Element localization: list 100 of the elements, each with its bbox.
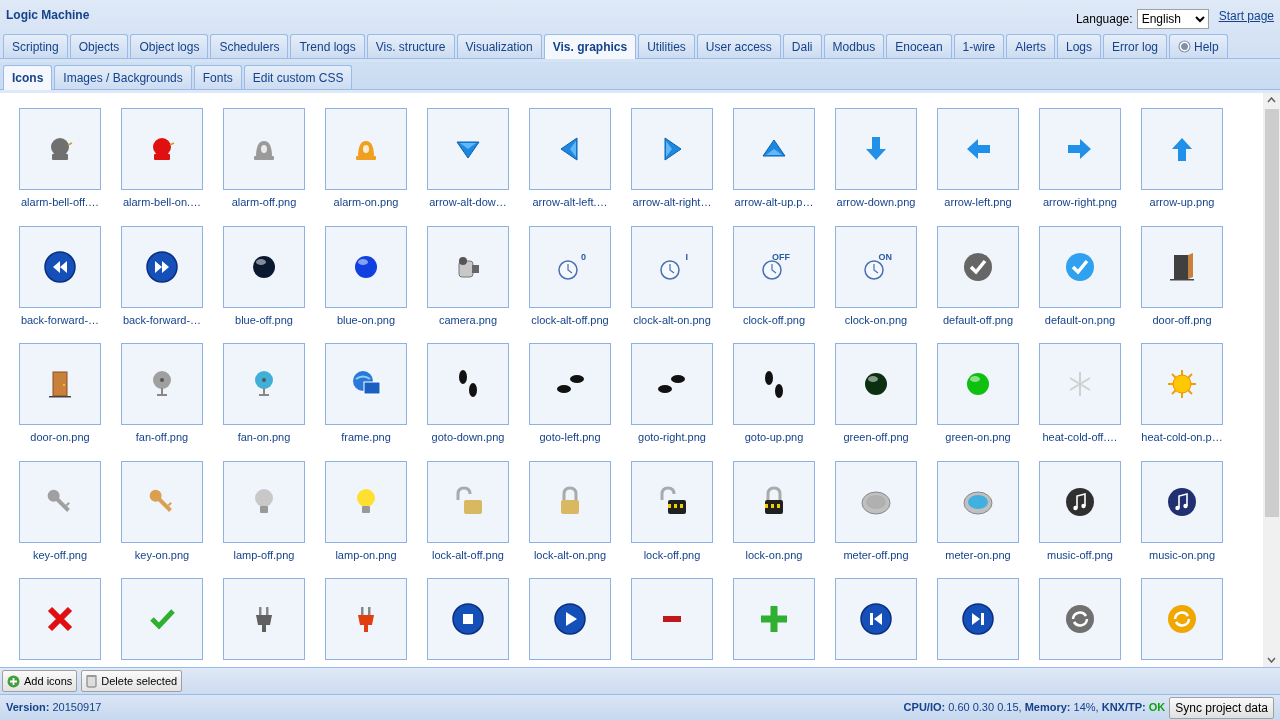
tab[interactable]: Error log (1103, 34, 1167, 58)
icon-tile[interactable] (937, 460, 1019, 543)
icon-tile[interactable] (1141, 578, 1223, 660)
icon-tile[interactable] (121, 108, 203, 190)
icon-tile[interactable] (325, 108, 407, 190)
scrollbar-thumb[interactable] (1264, 109, 1279, 517)
tab[interactable]: Alerts (1006, 34, 1055, 58)
icon-tile[interactable] (733, 460, 815, 543)
icon-tile[interactable] (19, 108, 101, 190)
icon-tile[interactable]: ON (835, 225, 917, 308)
icon-tile[interactable] (631, 343, 713, 425)
icon-tile[interactable] (835, 578, 917, 660)
tab[interactable]: Images / Backgrounds (54, 65, 192, 89)
icon-tile[interactable] (19, 225, 101, 308)
icon-tile[interactable] (529, 460, 611, 543)
tab[interactable]: Vis. structure (366, 34, 455, 58)
icon-tile[interactable] (1039, 108, 1121, 190)
icon-tile[interactable] (19, 343, 101, 425)
icon-tile[interactable] (835, 108, 917, 190)
icon-tile[interactable] (1039, 460, 1121, 543)
tab[interactable]: Object logs (130, 34, 209, 58)
tab[interactable]: Enocean (886, 34, 952, 58)
icon-filename: arrow-alt-left.… (531, 195, 609, 210)
tab[interactable]: Vis. graphics (543, 34, 637, 59)
tab[interactable]: Edit custom CSS (243, 65, 353, 89)
icon-filename: music-off.png (1046, 547, 1114, 563)
icon-tile[interactable] (631, 460, 713, 543)
icon-filename: door-off.png (1151, 312, 1213, 328)
icon-tile[interactable] (631, 578, 713, 660)
icon-tile[interactable] (121, 343, 203, 425)
tab[interactable]: Help (1169, 34, 1228, 58)
icon-tile[interactable] (223, 343, 305, 425)
icon-tile[interactable] (325, 343, 407, 425)
icon-filename: alarm-bell-off.… (19, 195, 100, 210)
sync-project-button[interactable]: Sync project data (1169, 696, 1274, 719)
start-page-link[interactable]: Start page (1218, 7, 1274, 25)
icon-tile[interactable] (19, 460, 101, 543)
icon-tile[interactable] (733, 578, 815, 660)
icon-tile[interactable] (529, 343, 611, 425)
icon-tile[interactable]: 0 (529, 225, 611, 308)
tab[interactable]: Icons (3, 65, 53, 90)
icon-tile[interactable] (427, 460, 509, 543)
scroll-up-icon[interactable] (1267, 97, 1276, 103)
app-title: Logic Machine (6, 7, 90, 24)
icon-tile[interactable] (121, 578, 203, 660)
icon-tile[interactable] (223, 108, 305, 190)
icon-tile[interactable] (427, 578, 509, 660)
icon-filename: heat-cold-on.p… (1141, 430, 1223, 445)
icon-filename: lock-alt-off.png (431, 547, 505, 563)
icon-tile[interactable] (1039, 343, 1121, 425)
language-select[interactable]: English (1136, 9, 1209, 29)
icon-tile[interactable]: I (631, 225, 713, 308)
icon-tile[interactable] (529, 108, 611, 190)
icon-tile[interactable] (1039, 225, 1121, 308)
tab[interactable]: Schedulers (210, 34, 289, 58)
icon-tile[interactable] (631, 108, 713, 190)
icon-tile[interactable] (529, 578, 611, 660)
icon-tile[interactable] (1039, 578, 1121, 660)
icon-tile[interactable] (223, 578, 305, 660)
tab[interactable]: Logs (1056, 34, 1101, 58)
icon-tile[interactable] (937, 225, 1019, 308)
icon-tile[interactable]: OFF (733, 225, 815, 308)
tab[interactable]: User access (696, 34, 781, 58)
icon-tile[interactable] (427, 225, 509, 308)
tab[interactable]: Scripting (3, 34, 68, 58)
icon-tile[interactable] (223, 225, 305, 308)
icon-filename: arrow-up.png (1148, 195, 1216, 210)
delete-selected-button[interactable]: Delete selected (81, 670, 183, 692)
icon-tile[interactable] (121, 460, 203, 543)
icon-tile[interactable] (325, 578, 407, 660)
icon-tile[interactable] (937, 578, 1019, 660)
icon-tile[interactable] (1141, 225, 1223, 308)
tab[interactable]: Modbus (823, 34, 885, 58)
scrollbar[interactable] (1263, 93, 1280, 667)
tab[interactable]: Objects (69, 34, 129, 58)
tab[interactable]: 1-wire (953, 34, 1005, 58)
icon-tile[interactable] (835, 460, 917, 543)
icon-tile[interactable] (325, 460, 407, 543)
icon-tile[interactable] (937, 108, 1019, 190)
icon-tile[interactable] (1141, 343, 1223, 425)
icon-tile[interactable] (835, 343, 917, 425)
icon-tile[interactable] (937, 343, 1019, 425)
icon-tile[interactable] (427, 343, 509, 425)
add-icons-button[interactable]: Add icons (2, 670, 78, 692)
icon-tile[interactable] (1141, 108, 1223, 190)
icon-tile[interactable] (733, 343, 815, 425)
tab[interactable]: Utilities (638, 34, 695, 58)
tab[interactable]: Trend logs (290, 34, 365, 58)
tab[interactable]: Visualization (456, 34, 542, 58)
icon-tile[interactable] (223, 460, 305, 543)
icon-tile[interactable] (427, 108, 509, 190)
icon-tile[interactable] (733, 108, 815, 190)
icon-filename: clock-alt-off.png (530, 312, 610, 328)
scroll-down-icon[interactable] (1267, 657, 1276, 663)
tab[interactable]: Dali (782, 34, 822, 58)
icon-tile[interactable] (1141, 460, 1223, 543)
icon-tile[interactable] (19, 578, 101, 660)
icon-tile[interactable] (121, 225, 203, 308)
tab[interactable]: Fonts (193, 65, 242, 89)
icon-tile[interactable] (325, 225, 407, 308)
